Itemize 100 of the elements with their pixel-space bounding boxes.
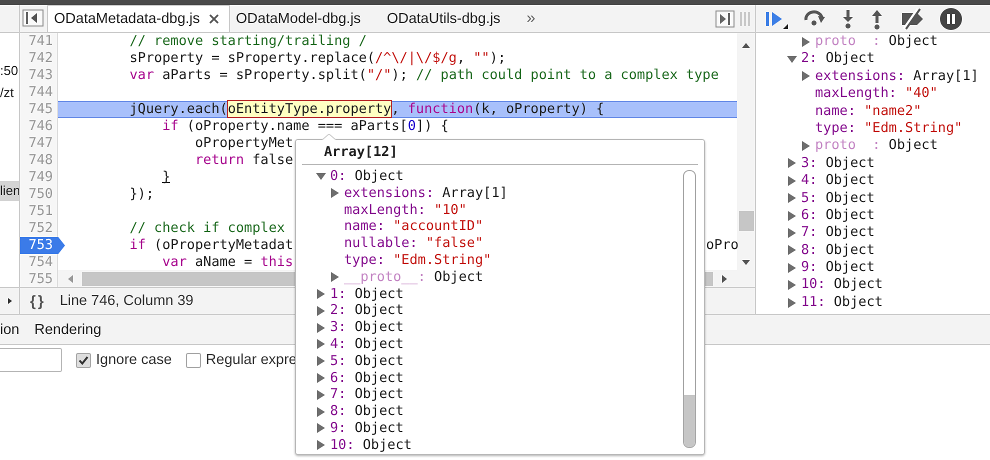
collapse-arrow-icon[interactable] (787, 54, 797, 64)
property-entry: 3: Object (330, 319, 404, 336)
line-number: 754 (27, 254, 54, 271)
line-number: 752 (27, 220, 54, 237)
scroll-left-icon[interactable] (66, 274, 76, 284)
close-icon[interactable] (208, 14, 219, 24)
expand-navigator-icon[interactable] (6, 296, 14, 306)
property-entry: type: "Edm.String" (344, 252, 492, 269)
file-tab[interactable]: ODataMetadata-dbg.js (47, 5, 230, 32)
search-option[interactable]: Regular expre (186, 352, 297, 368)
expand-arrow-icon[interactable] (787, 298, 797, 308)
file-tab[interactable]: ODataModel-dbg.js (230, 5, 381, 32)
property-entry: 10: Object (801, 276, 883, 294)
property-entry: maxLength: "10" (344, 202, 467, 218)
expand-arrow-icon[interactable] (787, 158, 797, 168)
property-entry: name: "accountID" (344, 218, 484, 236)
line-number: 750 (27, 186, 54, 203)
step-out-icon[interactable] (869, 8, 885, 30)
property-entry: 9: Object (801, 259, 875, 276)
property-entry: name: "name2" (815, 102, 922, 120)
line-number[interactable]: 753 (20, 237, 65, 254)
property-entry: 0: Object (330, 168, 404, 185)
scrollbar-thumb[interactable] (738, 211, 754, 231)
expand-arrow-icon[interactable] (801, 71, 811, 82)
expand-arrow-icon[interactable] (787, 245, 797, 256)
code-line: oPro (706, 237, 739, 254)
property-entry: 7: Object (330, 386, 404, 404)
navigator-toggle-icon[interactable] (22, 9, 44, 27)
expand-arrow-icon[interactable] (330, 188, 340, 198)
code-line: oPropertyMet (194, 135, 294, 151)
property-entry: extensions: Array[1] (344, 184, 508, 202)
property-entry: __proto__: Object (344, 268, 484, 286)
property-entry: 10: Object (330, 436, 412, 454)
line-number: 749 (27, 169, 54, 186)
property-entry: 4: Object (801, 172, 875, 190)
code-line: // check if complex (128, 220, 285, 236)
line-number: 742 (27, 50, 54, 67)
code-line: }); (128, 186, 154, 202)
grip-icon[interactable] (739, 10, 751, 26)
code-line: sProperty = sProperty.replace(/^\/|\/$/g, ""); (128, 50, 506, 66)
expand-arrow-icon[interactable] (787, 280, 797, 290)
drawer-tab[interactable]: Rendering (28, 315, 110, 344)
expand-arrow-icon[interactable] (787, 228, 797, 238)
property-entry: 7: Object (801, 224, 875, 242)
pretty-print-button[interactable]: {} (30, 292, 46, 310)
code-line: var aParts = sProperty.split("/"); // path could point to a complex type (128, 67, 719, 83)
checkbox[interactable] (76, 352, 91, 368)
expand-arrow-icon[interactable] (787, 262, 797, 273)
code-line: // remove starting/trailing / (128, 33, 367, 49)
scroll-up-icon[interactable] (741, 41, 751, 49)
property-entry: 8: Object (801, 242, 875, 260)
expand-arrow-icon[interactable] (316, 423, 326, 434)
expand-arrow-icon[interactable] (316, 440, 326, 450)
expand-arrow-icon[interactable] (316, 356, 326, 366)
expand-arrow-icon[interactable] (316, 390, 326, 400)
expand-arrow-icon[interactable] (316, 306, 326, 316)
expand-arrow-icon[interactable] (316, 288, 326, 299)
file-tree-item[interactable]: /zt (0, 83, 19, 103)
line-number: 747 (27, 135, 54, 152)
checkbox[interactable] (186, 352, 201, 368)
property-entry: 2: Object (801, 50, 875, 68)
expand-arrow-icon[interactable] (316, 322, 326, 333)
cursor-position: Line 746, Column 39 (60, 293, 194, 309)
debugger-toggle-icon[interactable] (715, 10, 735, 28)
scroll-right-icon[interactable] (719, 274, 729, 284)
search-field[interactable] (0, 348, 62, 372)
scrollbar[interactable] (683, 170, 696, 448)
line-number: 755 (27, 271, 54, 287)
popover-title: Array[12] (302, 140, 698, 165)
expand-arrow-icon[interactable] (801, 141, 811, 152)
property-entry: proto : Object (815, 137, 938, 155)
expand-arrow-icon[interactable] (330, 272, 340, 282)
property-entry: 2: Object (330, 302, 404, 320)
pause-icon[interactable] (939, 6, 963, 30)
expand-arrow-icon[interactable] (801, 36, 811, 47)
property-entry: 5: Object (330, 352, 404, 370)
property-entry: 6: Object (801, 206, 875, 224)
scroll-down-icon[interactable] (741, 259, 751, 267)
code-line: if (oPropertyMetadat (128, 237, 294, 253)
expand-arrow-icon[interactable] (787, 176, 797, 186)
expand-arrow-icon[interactable] (316, 372, 326, 383)
code-line: return false (194, 152, 294, 168)
expand-arrow-icon[interactable] (316, 339, 326, 350)
line-number: 746 (27, 118, 54, 135)
property-entry: maxLength: "40" (815, 85, 938, 103)
line-number: 744 (27, 84, 54, 101)
expand-arrow-icon[interactable] (787, 193, 797, 204)
expand-arrow-icon[interactable] (787, 210, 797, 221)
line-number: 743 (27, 67, 54, 84)
more-tabs-button[interactable]: » (520, 10, 536, 28)
expand-arrow-icon[interactable] (316, 406, 326, 417)
property-entry: 5: Object (801, 190, 875, 207)
code-line: if (oProperty.name === aParts[0]) { (161, 118, 449, 134)
file-tab[interactable]: ODataUtils-dbg.js (380, 5, 520, 32)
drawer-tab[interactable]: ion (0, 315, 28, 344)
search-option[interactable]: Ignore case (76, 352, 172, 368)
collapse-arrow-icon[interactable] (316, 171, 326, 182)
property-entry: 3: Object (801, 154, 875, 172)
file-tree-item[interactable]: :50 (0, 61, 19, 81)
property-entry: proto : Object (815, 33, 938, 50)
